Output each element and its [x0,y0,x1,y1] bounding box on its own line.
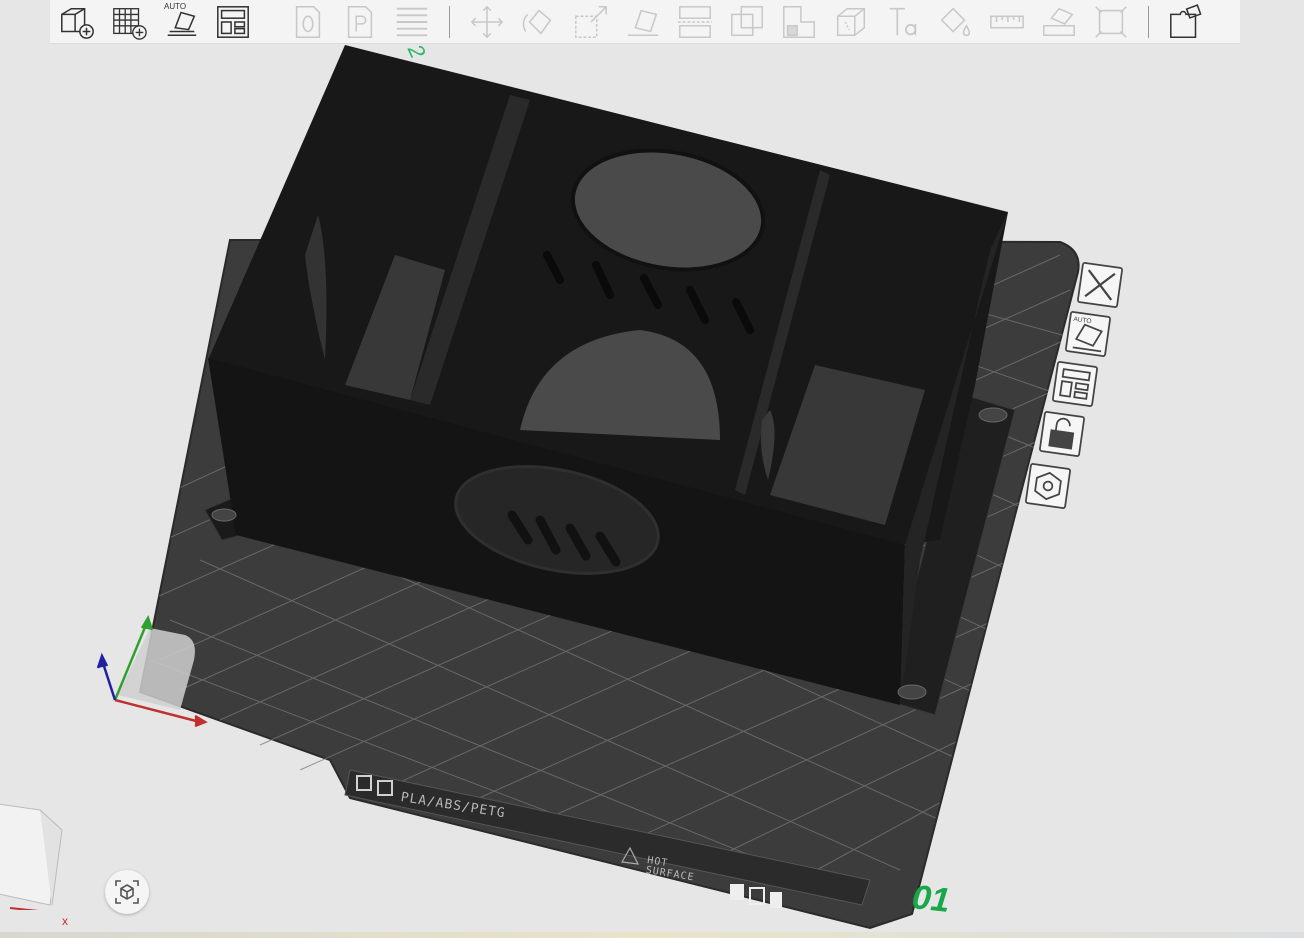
scale-button[interactable] [568,2,614,42]
rotate-button[interactable] [516,2,562,42]
toolbar-separator [449,5,450,38]
plate-settings-icon [1025,463,1071,509]
toolbar-separator [270,6,271,38]
layers-button[interactable] [389,2,435,42]
auto-badge: AUTO [164,1,187,11]
seam-paint-icon [836,7,866,36]
print-mode-p-icon [347,5,373,38]
print-mode-o-button[interactable] [285,2,331,42]
measure-icon [990,15,1024,28]
bottom-status-strip [0,932,1304,938]
arrange-icon [217,5,249,38]
tab-hole [978,407,1008,423]
boolean-icon [731,5,763,36]
color-paint-icon [940,7,971,36]
reset-view-button[interactable] [105,870,149,914]
support-paint-button[interactable] [776,2,822,42]
fit-button[interactable] [1088,2,1134,42]
support-paint-icon [783,5,815,38]
fit-icon [1095,5,1127,38]
tab-hole [211,508,237,522]
plate-number: 01 [910,878,952,920]
toolbar-separator [1148,5,1149,38]
lay-on-face-icon [627,9,659,36]
cut-button[interactable] [672,2,718,42]
assembly-icon [1043,7,1075,36]
arrange-plate-button[interactable] [1050,361,1099,407]
view-cube-axis-x-label: x [62,914,68,928]
auto-orient-plate-button[interactable]: AUTO [1063,311,1112,357]
arrange-button[interactable] [210,2,256,42]
layers-icon [396,7,428,36]
close-plate-button[interactable] [1075,262,1124,308]
seam-paint-button[interactable] [828,2,874,42]
split-parts-button[interactable] [1163,2,1209,42]
auto-orient-plate-icon: AUTO [1065,311,1111,357]
lock-plate-button[interactable] [1037,411,1086,457]
close-plate-icon [1077,262,1123,308]
split-parts-icon [1170,3,1202,38]
lock-plate-icon [1039,411,1085,457]
measure-button[interactable] [984,2,1030,42]
add-model-button[interactable] [54,2,100,42]
add-model-icon [61,7,94,39]
auto-orient-button[interactable]: AUTO [158,2,204,42]
cut-icon [677,5,713,38]
assembly-button[interactable] [1036,2,1082,42]
print-mode-o-icon [295,5,321,38]
3d-viewport[interactable]: 2 [0,45,1304,938]
lay-on-face-button[interactable] [620,2,666,42]
plate-top-marker: 2 [402,45,430,62]
boolean-button[interactable] [724,2,770,42]
view-cube[interactable]: 顶部 [0,790,70,913]
rotate-icon [522,9,552,35]
scale-icon [575,5,607,38]
tab-hole [897,684,927,700]
print-mode-p-button[interactable] [337,2,383,42]
move-icon [470,5,504,38]
text-button[interactable] [880,2,926,42]
add-plate-button[interactable] [106,2,152,42]
scene-svg: 2 [96,45,1080,930]
move-button[interactable] [464,2,510,42]
reset-view-icon [115,880,139,904]
main-toolbar: AUTO [50,0,1240,44]
arrange-plate-icon [1052,361,1098,407]
view-cube-svg [0,803,63,913]
plate-settings-button[interactable] [1023,463,1072,509]
text-icon [889,7,917,35]
plate-origin-corner [118,628,195,710]
color-paint-button[interactable] [932,2,978,42]
add-plate-icon [113,7,147,40]
